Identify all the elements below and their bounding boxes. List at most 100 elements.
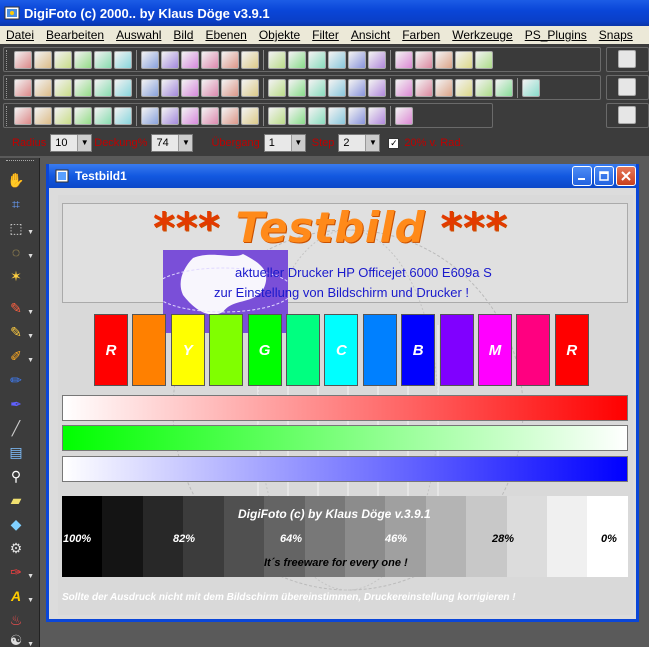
image5-icon[interactable] [475,79,493,97]
scissors-icon[interactable] [308,51,326,69]
folder-icon[interactable] [141,51,159,69]
menu-ps-plugins[interactable]: PS_Plugins [519,28,593,42]
chevron-down-icon[interactable]: ▼ [77,135,92,151]
menu-farben[interactable]: Farben [396,28,446,42]
shape-tool-icon[interactable]: ☯ ▼ [6,630,34,647]
palette-icon[interactable] [14,79,32,97]
brush-icon[interactable] [74,51,92,69]
dropper-tool-icon[interactable]: ⚲ [6,466,26,486]
wand-icon[interactable] [221,51,239,69]
mask-icon[interactable] [74,79,92,97]
bucket-tool-icon[interactable]: ▤ [6,442,26,462]
copy2-icon[interactable] [74,107,92,125]
eraser-tool-icon[interactable]: ▰ [6,490,26,510]
menu-snaps[interactable]: Snaps [593,28,639,42]
square2-icon[interactable] [495,79,513,97]
maximize-button[interactable] [594,166,614,186]
pen-tool-icon[interactable]: ✒ [6,394,26,414]
text-icon[interactable] [288,79,306,97]
redo-icon[interactable] [34,107,52,125]
menu-bearbeiten[interactable]: Bearbeiten [40,28,110,42]
pencil-tool-icon[interactable]: ✏ [6,370,26,390]
menu-auswahl[interactable]: Auswahl [110,28,167,42]
cube-icon[interactable] [618,78,636,96]
flip-h-icon[interactable] [181,107,199,125]
toolbar-grip[interactable] [6,50,9,70]
jpg-icon[interactable] [328,107,346,125]
effect-tool-icon[interactable]: ♨ [6,610,26,630]
deckung-select[interactable]: 74 ▼ [151,134,194,152]
plus-icon[interactable] [308,79,326,97]
test-image-canvas[interactable]: *** Testbild *** aktueller Drucker HP Of… [58,195,633,615]
film-icon[interactable] [288,107,306,125]
film-icon[interactable] [141,79,159,97]
eye-icon[interactable] [328,79,346,97]
hand-tool-icon[interactable]: ✋ [6,170,26,190]
step-select[interactable]: 2 ▼ [338,134,381,152]
cut-icon[interactable] [94,107,112,125]
menu-ansicht[interactable]: Ansicht [345,28,396,42]
color-icon[interactable] [395,107,413,125]
chevron-down-icon[interactable]: ▼ [290,135,305,151]
toolbar-grip[interactable] [6,106,9,126]
image2-icon[interactable] [161,107,179,125]
eye3-icon[interactable] [368,79,386,97]
globe-icon[interactable] [308,107,326,125]
palette-icon[interactable] [288,51,306,69]
lasso-icon[interactable]: ◌ ▼ [6,242,34,262]
rectangle-icon[interactable] [618,106,636,124]
magic-wand-icon[interactable]: ✶ [6,266,26,286]
bmp-icon[interactable] [348,107,366,125]
stamp-tool-icon[interactable]: ⚙ [6,538,26,558]
swatch-icon[interactable] [34,79,52,97]
close-button[interactable] [616,166,636,186]
square-icon[interactable] [435,51,453,69]
paint-icon[interactable] [328,51,346,69]
chevron-down-icon[interactable]: ▼ [365,135,380,151]
tools-icon[interactable] [241,51,259,69]
chevron-down-icon[interactable]: ▼ [178,135,193,151]
minimize-button[interactable] [572,166,592,186]
radius-percent-checkbox[interactable]: ✓ [388,137,400,149]
image-open-icon[interactable] [14,51,32,69]
menu-ebenen[interactable]: Ebenen [199,28,252,42]
gradient-tool-icon[interactable]: ◆ [6,514,26,534]
eye6-icon[interactable] [435,79,453,97]
crop-tool-icon[interactable]: ⌗ [6,194,26,214]
brush2-tool-icon[interactable]: ✎ ▼ [6,322,34,342]
image4-icon[interactable] [455,79,473,97]
gradient-icon[interactable] [241,79,259,97]
copy-icon[interactable] [54,107,72,125]
brush3-tool-icon[interactable]: ✐ ▼ [6,346,34,366]
paste-icon[interactable] [114,107,132,125]
image2-icon[interactable] [201,79,219,97]
move-icon[interactable] [221,107,239,125]
pencil-icon[interactable] [221,79,239,97]
film2-icon[interactable] [161,79,179,97]
uebergang-select[interactable]: 1 ▼ [263,134,306,152]
square3-icon[interactable] [522,79,540,97]
abc-icon[interactable] [114,79,132,97]
frame-icon[interactable] [455,51,473,69]
brush-tool-icon[interactable]: ✎ ▼ [6,298,34,318]
rect-select-icon[interactable]: ⬚ ▼ [6,218,34,238]
sprayer-tool-icon[interactable]: ✑ ▼ [6,562,34,582]
snapshot-icon[interactable] [618,50,636,68]
folder-new-icon[interactable] [161,51,179,69]
menu-datei[interactable]: Datei [0,28,40,42]
undo-icon[interactable] [14,107,32,125]
filter-icon[interactable] [348,51,366,69]
flip-v-icon[interactable] [201,107,219,125]
toolbar-grip[interactable] [6,78,9,98]
spray-icon[interactable] [368,107,386,125]
image-icon[interactable] [141,107,159,125]
menu-filter[interactable]: Filter [306,28,345,42]
text-tool-icon[interactable]: A ▼ [6,586,34,606]
grid-icon[interactable] [54,51,72,69]
radius-select[interactable]: 10 ▼ [50,134,93,152]
document-title-bar[interactable]: Testbild1 [49,164,636,188]
page-icon[interactable] [114,51,132,69]
refresh-icon[interactable] [268,107,286,125]
swatch2-icon[interactable] [54,79,72,97]
pen-icon[interactable] [268,51,286,69]
